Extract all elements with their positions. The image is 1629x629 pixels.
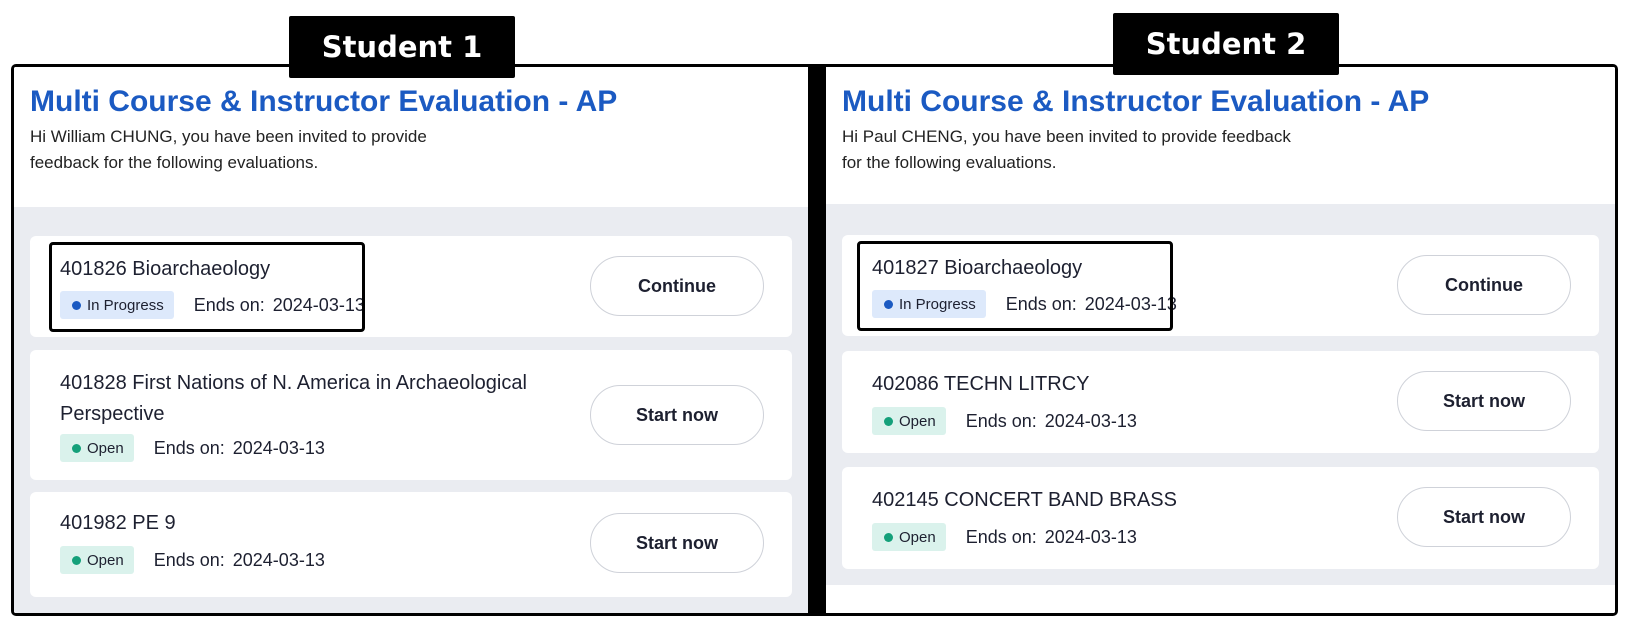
course-name: 401826 Bioarchaeology (60, 258, 271, 280)
course-name: 402145 CONCERT BAND BRASS (872, 489, 1177, 511)
panel-header: Multi Course & Instructor Evaluation - A… (14, 67, 808, 207)
course-name: 402086 TECHN LITRCY (872, 373, 1090, 395)
continue-button[interactable]: Continue (590, 256, 764, 316)
start-now-button[interactable]: Start now (1397, 487, 1571, 547)
start-now-button[interactable]: Start now (590, 385, 764, 445)
student-2-panel: Multi Course & Instructor Evaluation - A… (826, 67, 1615, 613)
status-text: Open (87, 439, 124, 457)
invitation-text: Hi Paul CHENG, you have been invited to … (842, 127, 1291, 172)
panel-divider (808, 67, 826, 613)
evaluation-card: 402145 CONCERT BAND BRASS Open Ends on: … (842, 467, 1599, 569)
ends-on-date: 2024-03-13 (1044, 410, 1137, 431)
status-dot-icon (884, 299, 893, 309)
evaluation-meta: Open Ends on: 2024-03-13 (60, 546, 325, 574)
page-title: Multi Course & Instructor Evaluation - A… (30, 85, 618, 118)
status-text: Open (899, 412, 936, 430)
status-badge: Open (60, 546, 134, 574)
course-name: 401827 Bioarchaeology (872, 257, 1083, 279)
ends-on-label: Ends on: (153, 549, 225, 570)
status-text: In Progress (87, 296, 164, 314)
student-1-panel: Multi Course & Instructor Evaluation - A… (14, 67, 808, 613)
evaluation-card: 402086 TECHN LITRCY Open Ends on: 2024-0… (842, 351, 1599, 453)
status-badge: In Progress (872, 290, 986, 318)
panel-header: Multi Course & Instructor Evaluation - A… (826, 67, 1615, 204)
status-dot-icon (884, 416, 893, 426)
student-1-label: Student 1 (289, 16, 515, 78)
status-dot-icon (72, 300, 81, 310)
ends-on-date: 2024-03-13 (1044, 526, 1137, 547)
evaluation-meta: Open Ends on: 2024-03-13 (872, 523, 1137, 551)
invitation-text: Hi William CHUNG, you have been invited … (30, 127, 427, 172)
student-2-label: Student 2 (1113, 13, 1339, 75)
page-title: Multi Course & Instructor Evaluation - A… (842, 85, 1430, 118)
ends-on-date: 2024-03-13 (272, 294, 365, 315)
evaluation-card: 401827 Bioarchaeology In Progress Ends o… (842, 235, 1599, 336)
start-now-button[interactable]: Start now (590, 513, 764, 573)
comparison-frame: Multi Course & Instructor Evaluation - A… (11, 64, 1618, 616)
evaluation-list: 401827 Bioarchaeology In Progress Ends o… (826, 204, 1615, 585)
status-badge: Open (60, 434, 134, 462)
ends-on-label: Ends on: (965, 526, 1037, 547)
status-dot-icon (72, 555, 81, 565)
course-name: 401982 PE 9 (60, 512, 176, 534)
status-badge: Open (872, 407, 946, 435)
evaluation-meta: Open Ends on: 2024-03-13 (872, 407, 1137, 435)
evaluation-meta: In Progress Ends on: 2024-03-13 (60, 291, 365, 319)
evaluation-meta: In Progress Ends on: 2024-03-13 (872, 290, 1177, 318)
evaluation-card: 401828 First Nations of N. America in Ar… (30, 350, 792, 480)
ends-on-label: Ends on: (1005, 293, 1077, 314)
status-text: Open (899, 528, 936, 546)
status-text: In Progress (899, 295, 976, 313)
status-dot-icon (884, 532, 893, 542)
evaluation-meta: Open Ends on: 2024-03-13 (60, 434, 325, 462)
course-name: 401828 First Nations of N. America in Ar… (60, 372, 527, 425)
status-badge: In Progress (60, 291, 174, 319)
ends-on-date: 2024-03-13 (232, 549, 325, 570)
evaluation-card: 401982 PE 9 Open Ends on: 2024-03-13 Sta… (30, 492, 792, 597)
ends-on-date: 2024-03-13 (232, 437, 325, 458)
ends-on-label: Ends on: (153, 437, 225, 458)
status-text: Open (87, 551, 124, 569)
status-badge: Open (872, 523, 946, 551)
ends-on-label: Ends on: (965, 410, 1037, 431)
continue-button[interactable]: Continue (1397, 255, 1571, 315)
ends-on-label: Ends on: (193, 294, 265, 315)
start-now-button[interactable]: Start now (1397, 371, 1571, 431)
ends-on-date: 2024-03-13 (1084, 293, 1177, 314)
evaluation-card: 401826 Bioarchaeology In Progress Ends o… (30, 236, 792, 337)
evaluation-list: 401826 Bioarchaeology In Progress Ends o… (14, 207, 808, 613)
status-dot-icon (72, 443, 81, 453)
